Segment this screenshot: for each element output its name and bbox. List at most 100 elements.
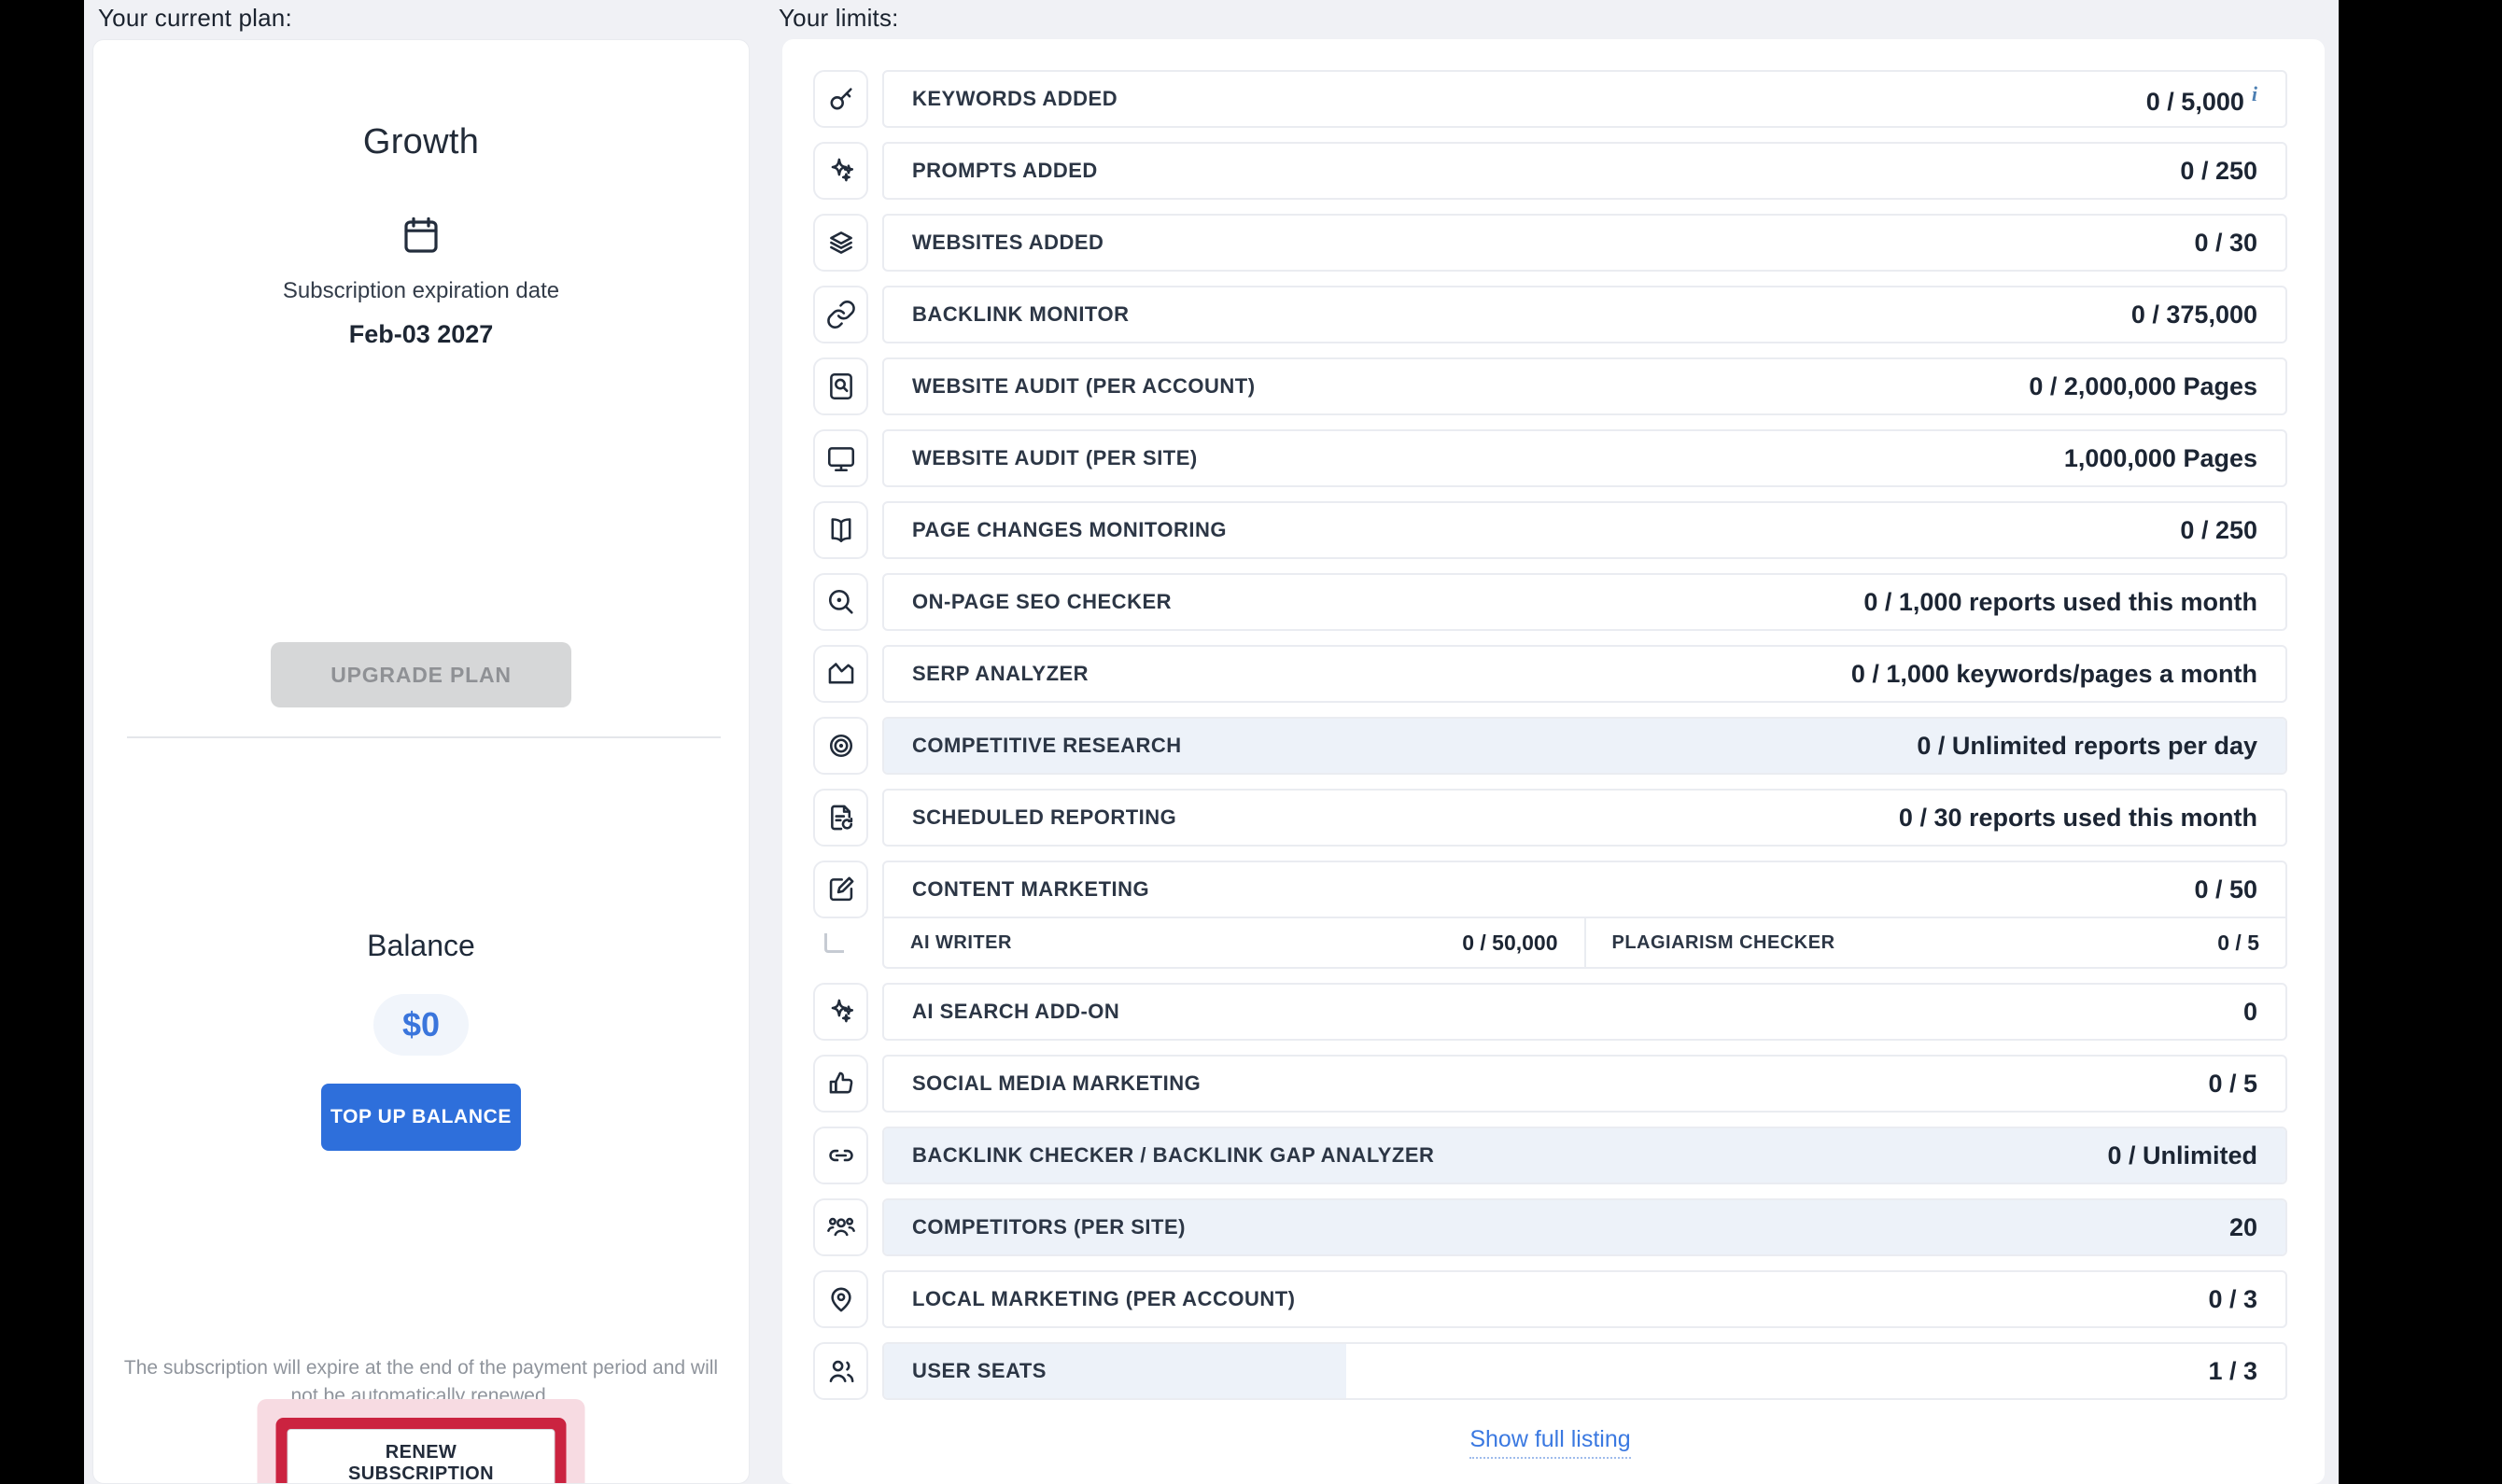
plan-card: Growth Subscription expiration date Feb-… — [92, 39, 750, 1484]
limit-row: PAGE CHANGES MONITORING0 / 250 — [813, 501, 2287, 559]
limits-panel: KEYWORDS ADDED 0 / 5,000 i PROMPTS ADDED 0 /… — [782, 39, 2325, 1484]
limit-value: 0 — [2243, 998, 2257, 1027]
limit-label: SCHEDULED REPORTING — [912, 805, 1176, 830]
limit-value: 0 / 5 — [2208, 1070, 2257, 1099]
target-icon — [813, 717, 868, 775]
limit-label: USER SEATS — [912, 1359, 1047, 1383]
limits-list: KEYWORDS ADDED 0 / 5,000 i PROMPTS ADDED 0 /… — [813, 70, 2287, 1400]
limit-row-box: BACKLINK CHECKER / BACKLINK GAP ANALYZER… — [882, 1127, 2287, 1184]
show-full-listing-link[interactable]: Show full listing — [1469, 1426, 1630, 1459]
sub-row: AI WRITER0 / 50,000PLAGIARISM CHECKER0 /… — [884, 918, 2285, 967]
limit-row-box: WEBSITES ADDED 0 / 30 — [882, 214, 2287, 272]
limit-row: BACKLINK CHECKER / BACKLINK GAP ANALYZER… — [813, 1127, 2287, 1184]
limit-row-box: SERP ANALYZER0 / 1,000 keywords/pages a … — [882, 645, 2287, 703]
limit-label: ON-PAGE SEO CHECKER — [912, 590, 1172, 614]
info-icon[interactable]: i — [2252, 82, 2257, 105]
limit-value-text: 0 / 250 — [2180, 516, 2257, 544]
limit-value-text: 0 / 250 — [2180, 157, 2257, 185]
limit-value: 0 / 50 — [2194, 875, 2257, 904]
limit-label: WEBSITE AUDIT (PER ACCOUNT) — [912, 374, 1256, 399]
sub-limit-label: PLAGIARISM CHECKER — [1612, 932, 1835, 954]
limit-row-box: ON-PAGE SEO CHECKER 0 / 1,000 reports use… — [882, 573, 2287, 631]
limit-value-text: 0 / 30 — [2194, 229, 2257, 257]
limit-value-text: 1 / 3 — [2208, 1357, 2257, 1385]
limit-value: 0 / 30 — [2194, 229, 2257, 258]
limit-icon-column — [813, 645, 868, 703]
limit-icon-column — [813, 286, 868, 343]
chain-diagonal-icon — [813, 286, 868, 343]
limit-row: WEBSITE AUDIT (PER ACCOUNT)0 / 2,000,000… — [813, 357, 2287, 415]
limit-row-box: SCHEDULED REPORTING 0 / 30 reports used t… — [882, 789, 2287, 847]
report-sync-icon — [813, 789, 868, 847]
limit-icon-column — [813, 1270, 868, 1328]
limit-value: 0 / 30 reports used this month — [1899, 804, 2257, 833]
limit-icon-column — [813, 1055, 868, 1113]
limit-icon-column — [813, 357, 868, 415]
limit-row-box: BACKLINK MONITOR0 / 375,000 — [882, 286, 2287, 343]
limit-row: SERP ANALYZER0 / 1,000 keywords/pages a … — [813, 645, 2287, 703]
limit-value: 1 / 3 — [2208, 1357, 2257, 1386]
limit-row-box: USER SEATS 1 / 3 — [882, 1342, 2287, 1400]
expiration-date: Feb-03 2027 — [93, 320, 749, 349]
current-plan-header: Your current plan: — [98, 4, 292, 33]
limit-label: SERP ANALYZER — [912, 662, 1089, 686]
sparkles-icon — [813, 142, 868, 200]
limit-icon-column — [813, 861, 868, 953]
limit-value-text: 0 / 3 — [2208, 1285, 2257, 1313]
map-pin-icon — [813, 1270, 868, 1328]
sub-row-connector-icon — [824, 933, 844, 953]
limit-row: USER SEATS 1 / 3 — [813, 1342, 2287, 1400]
limit-label: WEBSITES ADDED — [912, 231, 1103, 255]
open-book-icon — [813, 501, 868, 559]
limit-row: PROMPTS ADDED 0 / 250 — [813, 142, 2287, 200]
limit-row: COMPETITORS (PER SITE)20 — [813, 1198, 2287, 1256]
limit-value: 0 / 375,000 — [2131, 301, 2257, 329]
renew-highlight-frame: RENEW SUBSCRIPTION — [276, 1418, 567, 1484]
monitor-icon — [813, 429, 868, 487]
limit-value-text: 0 / 5,000 — [2146, 88, 2244, 116]
layers-icon — [813, 214, 868, 272]
mountain-chart-icon — [813, 645, 868, 703]
limit-value: 0 / 250 — [2180, 157, 2257, 186]
renew-subscription-button[interactable]: RENEW SUBSCRIPTION — [288, 1429, 555, 1484]
limit-value-text: 0 — [2243, 998, 2257, 1026]
limit-value: 0 / 3 — [2208, 1285, 2257, 1314]
limit-icon-column — [813, 1127, 868, 1184]
limit-label: COMPETITORS (PER SITE) — [912, 1215, 1186, 1239]
limit-row: SCHEDULED REPORTING 0 / 30 reports used t… — [813, 789, 2287, 847]
limit-value-text: 0 / 375,000 — [2131, 301, 2257, 329]
limit-icon-column — [813, 429, 868, 487]
limit-label: CONTENT MARKETING — [912, 877, 1149, 902]
top-up-balance-button[interactable]: TOP UP BALANCE — [321, 1084, 521, 1151]
limit-value: 0 / 1,000 reports used this month — [1863, 588, 2257, 617]
limit-value: 0 / 5,000 i — [2146, 82, 2257, 117]
upgrade-plan-button[interactable]: UPGRADE PLAN — [271, 642, 571, 707]
limit-label: KEYWORDS ADDED — [912, 87, 1117, 111]
limit-label: WEBSITE AUDIT (PER SITE) — [912, 446, 1198, 470]
calendar-icon — [93, 213, 749, 258]
limit-icon-column — [813, 70, 868, 128]
limit-value-text: 0 / 5 — [2208, 1070, 2257, 1098]
sub-limit-cell: AI WRITER0 / 50,000 — [884, 918, 1584, 967]
limit-row-box: COMPETITORS (PER SITE)20 — [882, 1198, 2287, 1256]
limit-icon-column — [813, 1198, 868, 1256]
limit-label: COMPETITIVE RESEARCH — [912, 734, 1182, 758]
expiration-label: Subscription expiration date — [93, 278, 749, 304]
edit-square-icon — [813, 861, 868, 918]
plan-name: Growth — [93, 122, 749, 162]
limit-row-box: AI SEARCH ADD-ON 0 — [882, 983, 2287, 1041]
sub-limit-cell: PLAGIARISM CHECKER0 / 5 — [1584, 918, 2286, 967]
limit-icon-column — [813, 717, 868, 775]
limit-label: SOCIAL MEDIA MARKETING — [912, 1071, 1201, 1096]
thumbs-up-icon — [813, 1055, 868, 1113]
plan-card-divider — [127, 736, 721, 738]
balance-amount: $0 — [402, 1005, 440, 1044]
sparkles-icon — [813, 983, 868, 1041]
sub-limit-value: 0 / 50,000 — [1462, 931, 1557, 956]
limit-row-box: KEYWORDS ADDED 0 / 5,000 i — [882, 70, 2287, 128]
limit-value: 0 / Unlimited reports per day — [1917, 732, 2257, 761]
limit-row-box: COMPETITIVE RESEARCH 0 / Unlimited report… — [882, 717, 2287, 775]
renew-highlight-halo: RENEW SUBSCRIPTION — [258, 1399, 585, 1484]
limit-label: PROMPTS ADDED — [912, 159, 1098, 183]
limit-label: AI SEARCH ADD-ON — [912, 1000, 1119, 1024]
